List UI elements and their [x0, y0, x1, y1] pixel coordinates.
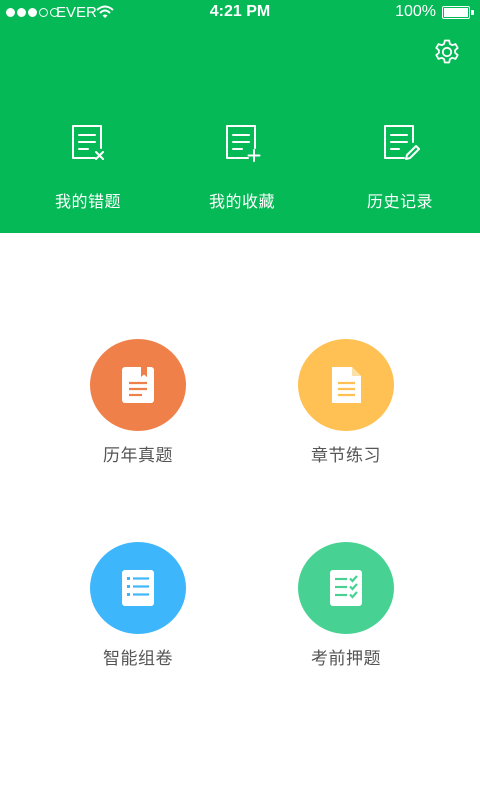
- smart-paper-label: 智能组卷: [103, 649, 173, 669]
- chapter-practice-circle: [298, 339, 394, 431]
- history-label: 历史记录: [366, 192, 433, 211]
- document-edit-icon: [384, 125, 420, 160]
- chapter-practice-button[interactable]: 章节练习: [265, 339, 425, 479]
- chapter-practice-label: 章节练习: [311, 446, 381, 466]
- past-exams-circle: [90, 339, 186, 431]
- battery-icon: [442, 6, 474, 19]
- history-button[interactable]: 历史记录: [320, 118, 480, 218]
- smart-paper-button[interactable]: 智能组卷: [57, 542, 217, 682]
- pre-exam-predictions-label: 考前押题: [311, 649, 381, 669]
- gear-icon[interactable]: [432, 37, 462, 67]
- document-plus-icon: [226, 125, 261, 162]
- smart-paper-circle: [90, 542, 186, 634]
- header-banner: EVER 4:21 PM 100% 我的错题 我的收藏 历史记录: [0, 0, 480, 233]
- past-exams-label: 历年真题: [103, 446, 173, 466]
- status-bar: EVER 4:21 PM 100%: [0, 0, 480, 26]
- battery-percentage: 100%: [395, 3, 436, 20]
- file-icon: [332, 367, 361, 403]
- my-favorites-button[interactable]: 我的收藏: [162, 118, 322, 218]
- checklist-icon: [330, 570, 362, 606]
- my-mistakes-button[interactable]: 我的错题: [8, 118, 168, 218]
- list-document-icon: [122, 570, 154, 606]
- my-favorites-label: 我的收藏: [208, 192, 275, 211]
- pre-exam-predictions-button[interactable]: 考前押题: [265, 542, 425, 682]
- past-exams-button[interactable]: 历年真题: [57, 339, 217, 479]
- bookmark-document-icon: [122, 367, 154, 403]
- pre-exam-predictions-circle: [298, 542, 394, 634]
- my-mistakes-label: 我的错题: [54, 192, 121, 211]
- document-x-icon: [72, 125, 104, 160]
